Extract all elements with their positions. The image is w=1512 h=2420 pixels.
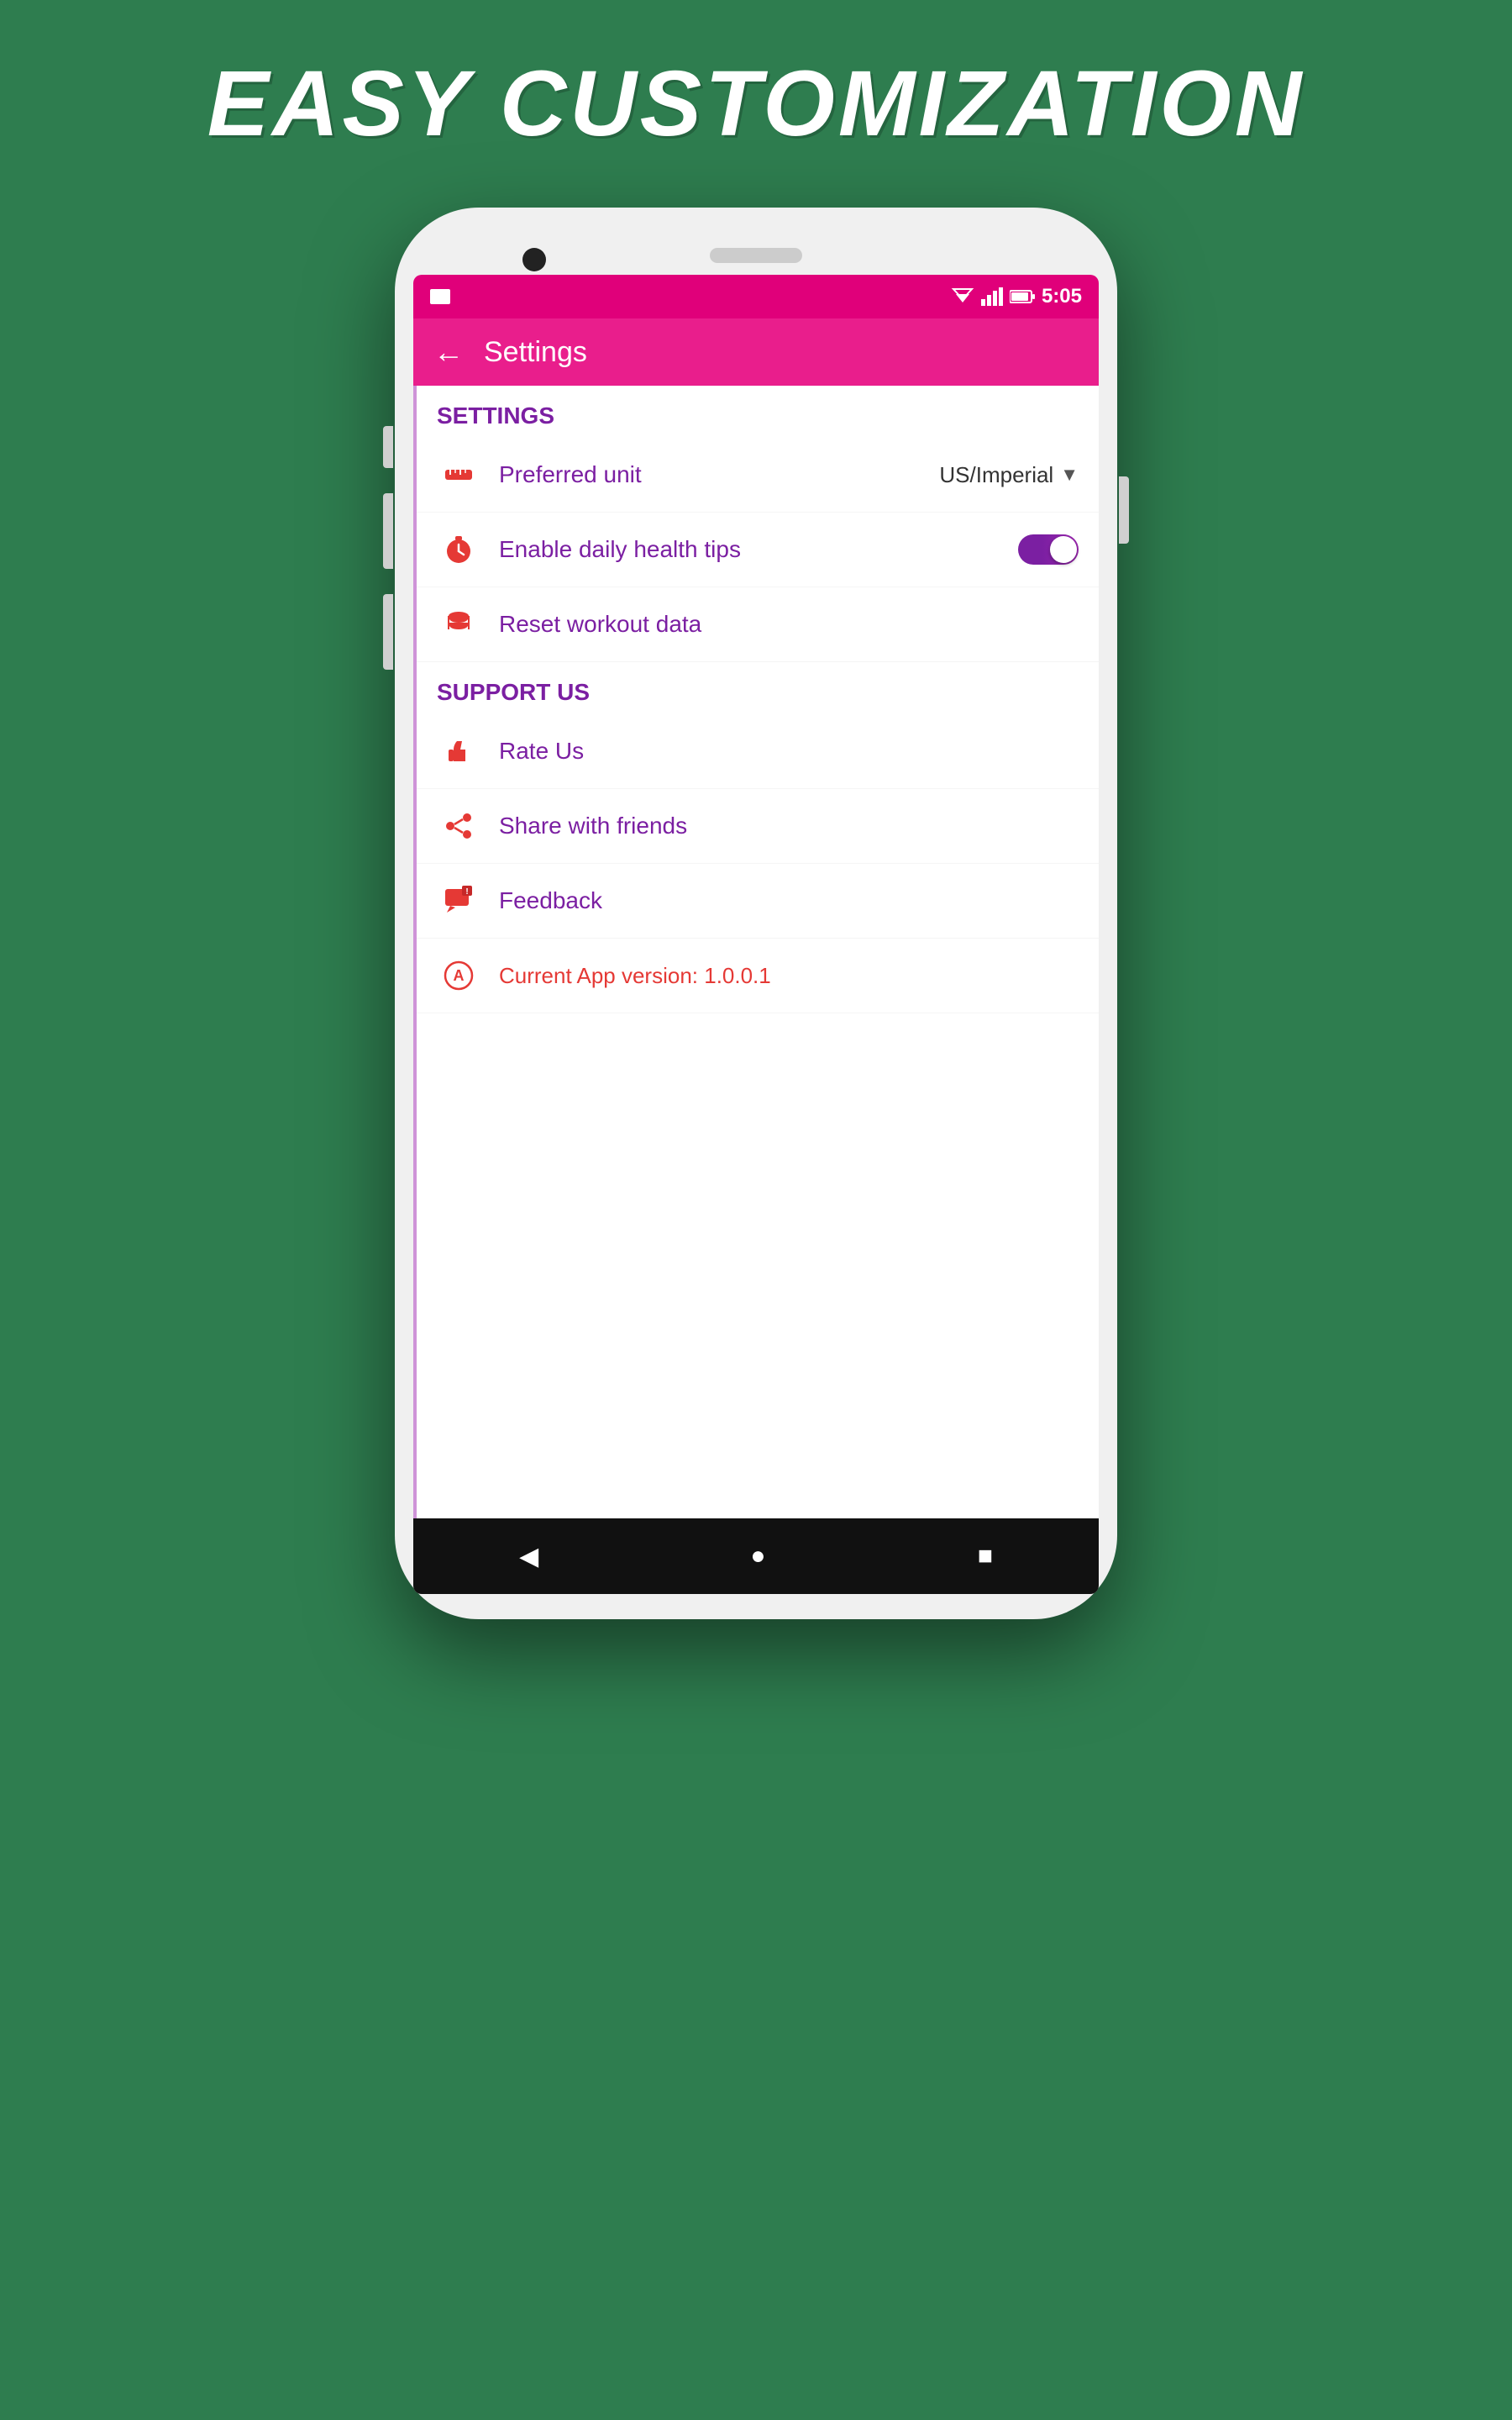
toggle-switch[interactable] <box>1018 534 1079 565</box>
reset-workout-item[interactable]: Reset workout data <box>417 587 1099 662</box>
svg-text:A: A <box>454 967 465 984</box>
status-right: 5:05 <box>951 285 1082 308</box>
phone-screen: 5:05 ← Settings SETTINGS <box>413 275 1099 1594</box>
preferred-unit-dropdown[interactable]: US/Imperial ▼ <box>939 462 1079 488</box>
feedback-icon: ! <box>437 879 480 923</box>
appstore-icon: A <box>437 954 480 997</box>
nav-recent-button[interactable]: ■ <box>978 1542 993 1570</box>
toggle-thumb <box>1050 536 1077 563</box>
status-time: 5:05 <box>1042 285 1082 308</box>
health-tips-toggle[interactable] <box>1018 534 1079 565</box>
thumbs-up-icon <box>437 729 480 773</box>
timer-icon <box>437 528 480 571</box>
support-us-section-header: SUPPORT US <box>417 662 1099 714</box>
app-bar-title: Settings <box>484 336 587 369</box>
ruler-icon <box>437 453 480 497</box>
svg-text:!: ! <box>465 887 468 897</box>
page-title: EASY CUSTOMIZATION <box>207 50 1305 157</box>
preferred-unit-label: Preferred unit <box>499 461 921 488</box>
wifi-icon <box>951 287 974 306</box>
database-icon <box>437 602 480 646</box>
volume-up-button <box>383 493 393 569</box>
phone-shell: 5:05 ← Settings SETTINGS <box>395 208 1117 1619</box>
status-bar: 5:05 <box>413 275 1099 318</box>
rate-us-item[interactable]: Rate Us <box>417 714 1099 789</box>
status-left <box>430 289 450 304</box>
power-button <box>1119 476 1129 544</box>
share-icon <box>437 804 480 848</box>
nav-home-button[interactable]: ● <box>750 1542 765 1570</box>
phone-top <box>413 241 1099 263</box>
navigation-bar: ◀ ● ■ <box>413 1518 1099 1594</box>
health-tips-label: Enable daily health tips <box>499 536 1000 563</box>
feedback-item[interactable]: ! Feedback <box>417 864 1099 939</box>
app-version-item: A Current App version: 1.0.0.1 <box>417 939 1099 1013</box>
settings-content: SETTINGS Preferred unit US/Im <box>413 386 1099 1518</box>
volume-down-button <box>383 594 393 670</box>
share-friends-item[interactable]: Share with friends <box>417 789 1099 864</box>
sim-icon <box>430 289 450 304</box>
settings-section-header: SETTINGS <box>417 386 1099 438</box>
chevron-down-icon: ▼ <box>1060 464 1079 486</box>
battery-icon <box>1010 289 1035 304</box>
front-camera <box>522 248 546 271</box>
signal-icon <box>981 287 1003 306</box>
share-friends-label: Share with friends <box>499 813 1079 839</box>
app-version-label: Current App version: 1.0.0.1 <box>499 963 771 989</box>
dropdown-value: US/Imperial <box>939 462 1053 488</box>
rate-us-label: Rate Us <box>499 738 1079 765</box>
reset-workout-label: Reset workout data <box>499 611 1079 638</box>
nav-back-button[interactable]: ◀ <box>519 1542 538 1571</box>
preferred-unit-item[interactable]: Preferred unit US/Imperial ▼ <box>417 438 1099 513</box>
app-bar: ← Settings <box>413 318 1099 386</box>
back-button[interactable]: ← <box>433 334 464 370</box>
volume-silent-button <box>383 426 393 468</box>
speaker-grill <box>710 248 802 263</box>
health-tips-item[interactable]: Enable daily health tips <box>417 513 1099 587</box>
feedback-label: Feedback <box>499 887 1079 914</box>
